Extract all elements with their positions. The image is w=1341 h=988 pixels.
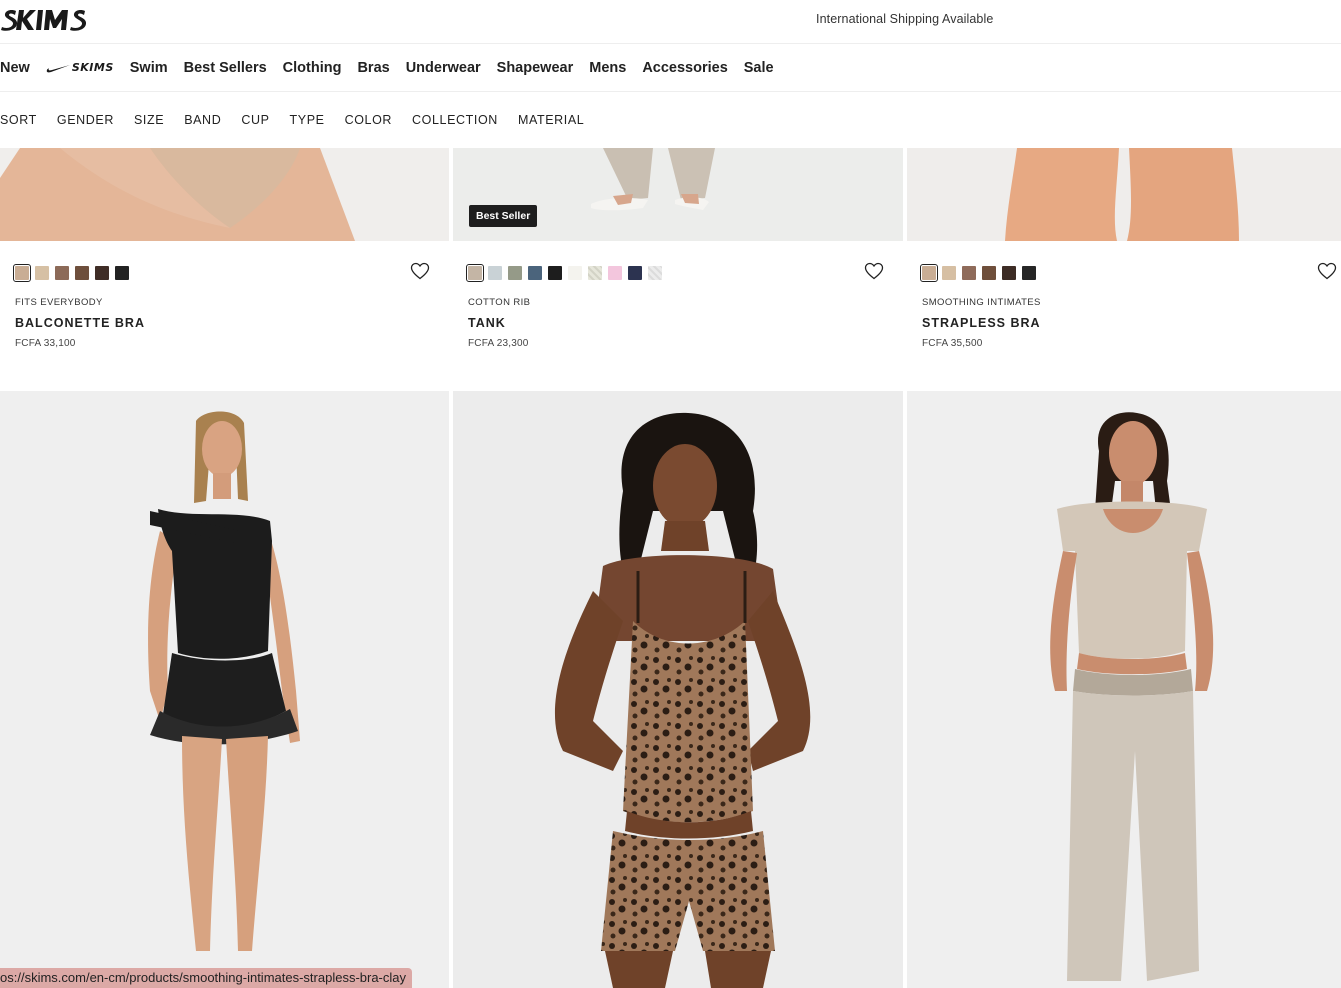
- product-photo: [453, 148, 903, 241]
- wishlist-heart-icon[interactable]: [1317, 262, 1337, 280]
- nav-underwear[interactable]: Underwear: [406, 60, 481, 76]
- swatch[interactable]: [962, 266, 976, 280]
- swatch[interactable]: [466, 264, 484, 282]
- swatch[interactable]: [982, 266, 996, 280]
- color-swatches: [466, 264, 662, 282]
- filter-bar: SORT GENDER SIZE BAND CUP TYPE COLOR COL…: [0, 92, 1341, 148]
- product-image[interactable]: [453, 391, 903, 988]
- nav-clothing[interactable]: Clothing: [283, 60, 342, 76]
- swatch[interactable]: [75, 266, 89, 280]
- best-seller-badge: Best Seller: [469, 205, 538, 227]
- filter-cup[interactable]: CUP: [241, 113, 269, 127]
- nav-accessories[interactable]: Accessories: [642, 60, 727, 76]
- product-photo-model: [907, 391, 1341, 988]
- status-bar-url: os://skims.com/en-cm/products/smoothing-…: [0, 968, 413, 988]
- product-card[interactable]: FITS EVERYBODY BALCONETTE BRA FCFA 33,10…: [0, 148, 449, 391]
- product-image[interactable]: [907, 391, 1341, 988]
- product-grid: FITS EVERYBODY BALCONETTE BRA FCFA 33,10…: [0, 148, 1341, 988]
- nav-bras[interactable]: Bras: [357, 60, 389, 76]
- product-image[interactable]: [0, 391, 449, 988]
- product-card[interactable]: SMOOTHING INTIMATES STRAPLESS BRA FCFA 3…: [907, 148, 1341, 391]
- wishlist-heart-icon[interactable]: [410, 262, 430, 280]
- product-price: FCFA 23,300: [468, 338, 529, 349]
- product-price: FCFA 33,100: [15, 338, 76, 349]
- nike-skims-label: SKIMS: [71, 61, 114, 74]
- product-collection: COTTON RIB: [468, 297, 531, 308]
- swatch[interactable]: [1002, 266, 1016, 280]
- main-nav: New SKIMS Swim Best Sellers Clothing Bra…: [0, 44, 1341, 92]
- swatch[interactable]: [508, 266, 522, 280]
- color-swatches: [920, 264, 1036, 282]
- swatch[interactable]: [648, 266, 662, 280]
- product-price: FCFA 35,500: [922, 338, 983, 349]
- filter-color[interactable]: COLOR: [345, 113, 392, 127]
- swatch[interactable]: [920, 264, 938, 282]
- filter-gender[interactable]: GENDER: [57, 113, 114, 127]
- nike-swoosh-icon: [46, 64, 70, 72]
- nav-sale[interactable]: Sale: [744, 60, 774, 76]
- swatch[interactable]: [608, 266, 622, 280]
- product-photo-model: [453, 391, 903, 988]
- product-image[interactable]: [907, 148, 1341, 241]
- filter-collection[interactable]: COLLECTION: [412, 113, 498, 127]
- filter-size[interactable]: SIZE: [134, 113, 164, 127]
- swatch[interactable]: [35, 266, 49, 280]
- product-photo: [907, 148, 1341, 241]
- swatch[interactable]: [13, 264, 31, 282]
- nav-mens[interactable]: Mens: [589, 60, 626, 76]
- swatch[interactable]: [568, 266, 582, 280]
- nav-best-sellers[interactable]: Best Sellers: [184, 60, 267, 76]
- swatch[interactable]: [548, 266, 562, 280]
- swatch[interactable]: [55, 266, 69, 280]
- shipping-banner: International Shipping Available: [816, 12, 994, 26]
- skims-logo[interactable]: [0, 4, 100, 34]
- top-bar: International Shipping Available: [0, 0, 1341, 44]
- product-card[interactable]: Best Seller COTTON RIB TANK FCFA 23,300: [453, 148, 903, 391]
- product-name[interactable]: BALCONETTE BRA: [15, 316, 145, 330]
- product-photo-model: [0, 391, 449, 988]
- filter-band[interactable]: BAND: [184, 113, 221, 127]
- nav-nike-skims[interactable]: SKIMS: [46, 61, 114, 74]
- product-photo: [0, 148, 449, 241]
- product-name[interactable]: STRAPLESS BRA: [922, 316, 1041, 330]
- color-swatches: [13, 264, 129, 282]
- filter-type[interactable]: TYPE: [290, 113, 325, 127]
- product-image[interactable]: [0, 148, 449, 241]
- product-collection: SMOOTHING INTIMATES: [922, 297, 1041, 308]
- product-name[interactable]: TANK: [468, 316, 506, 330]
- nav-new[interactable]: New: [0, 60, 30, 76]
- swatch[interactable]: [1022, 266, 1036, 280]
- swatch[interactable]: [588, 266, 602, 280]
- swatch[interactable]: [528, 266, 542, 280]
- swatch[interactable]: [488, 266, 502, 280]
- product-image[interactable]: Best Seller: [453, 148, 903, 241]
- nav-swim[interactable]: Swim: [130, 60, 168, 76]
- product-collection: FITS EVERYBODY: [15, 297, 103, 308]
- wishlist-heart-icon[interactable]: [864, 262, 884, 280]
- nav-shapewear[interactable]: Shapewear: [497, 60, 574, 76]
- skims-logo-icon: [1, 10, 87, 31]
- swatch[interactable]: [115, 266, 129, 280]
- filter-material[interactable]: MATERIAL: [518, 113, 584, 127]
- swatch[interactable]: [942, 266, 956, 280]
- swatch[interactable]: [95, 266, 109, 280]
- filter-sort[interactable]: SORT: [0, 113, 37, 127]
- swatch[interactable]: [628, 266, 642, 280]
